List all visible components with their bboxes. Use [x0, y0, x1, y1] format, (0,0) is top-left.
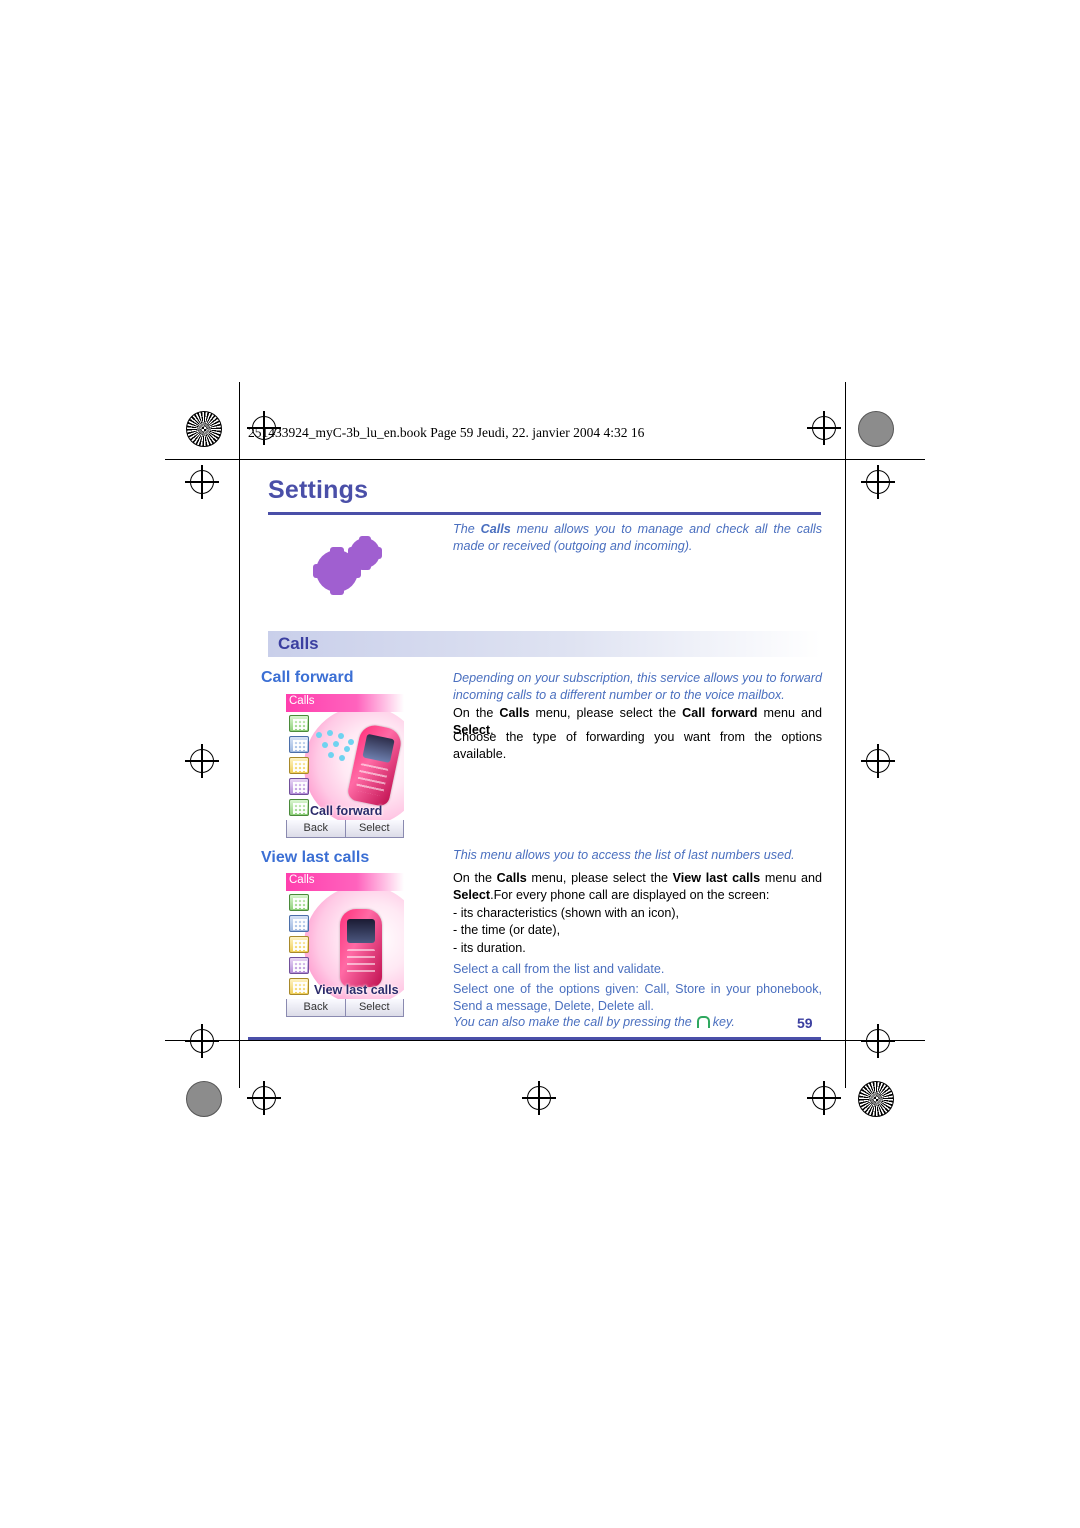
cf-p2-a: On the — [453, 706, 500, 720]
view-last-calls-instruction-3: Select one of the options given: Call, S… — [453, 982, 822, 1013]
vlc-p2-c: menu, please select the — [526, 871, 673, 885]
page-number: 59 — [797, 1015, 813, 1031]
screenshot-view-last-calls-label: View last calls — [314, 983, 399, 997]
call-forward-intro: Depending on your subscription, this ser… — [453, 671, 822, 702]
registration-target-left-lower — [185, 1024, 219, 1058]
screenshot-call-forward-label: Call forward — [310, 804, 383, 818]
vlc-p2-f: Select — [453, 887, 491, 902]
gears-icon — [313, 536, 390, 595]
menu-icon-phonebook-2 — [288, 893, 310, 912]
softkey-select[interactable]: Select — [345, 820, 403, 837]
crop-line-vertical-left — [239, 382, 240, 1088]
vlc-p2-d: View last calls — [672, 871, 761, 885]
page-title: Settings — [268, 476, 369, 504]
softkey-back-2[interactable]: Back — [287, 999, 346, 1016]
softkey-back[interactable]: Back — [287, 820, 346, 837]
screenshot-view-last-calls-titlebar: Calls — [286, 873, 404, 891]
menu-icon-games — [288, 777, 310, 796]
bottom-rule — [248, 1037, 821, 1040]
screenshot-view-last-calls-menu-icons — [288, 893, 314, 998]
registration-target-bottom-left — [247, 1081, 281, 1115]
section-bar — [268, 631, 821, 657]
menu-icon-services — [288, 756, 310, 775]
book-file-line: 251433924_myC-3b_lu_en.book Page 59 Jeud… — [248, 425, 645, 440]
registration-star-bottom-right — [858, 1081, 894, 1117]
call-key-icon — [695, 1015, 711, 1028]
chapter-intro-part1: The — [453, 522, 481, 536]
section-title: Calls — [278, 634, 319, 653]
screenshot-call-forward-softkeys: Back Select — [286, 820, 404, 838]
view-last-calls-bullet-3: - its duration. — [453, 941, 526, 955]
registration-dot-bottom-left — [186, 1081, 222, 1117]
crop-line-vertical-right — [845, 382, 846, 1088]
gear-tooth-b — [330, 547, 344, 595]
registration-target-bottom-center — [522, 1081, 556, 1115]
vlc-note-a: You can also make the call by pressing t… — [453, 1015, 696, 1029]
crop-line-horizontal-top — [165, 459, 925, 460]
view-last-calls-bullet-2: - the time (or date), — [453, 923, 561, 937]
screenshot-view-last-calls: Calls View last calls Back Select — [286, 873, 404, 1017]
view-last-calls-note: You can also make the call by pressing t… — [453, 1014, 822, 1031]
softkey-select-2[interactable]: Select — [345, 999, 403, 1016]
registration-target-left-upper — [185, 465, 219, 499]
screenshot-view-last-calls-phone-image — [340, 909, 382, 987]
crop-line-horizontal-bottom — [165, 1040, 925, 1041]
title-rule — [268, 512, 821, 515]
vlc-note-b: key. — [709, 1015, 735, 1029]
registration-target-left-middle — [185, 744, 219, 778]
registration-dot-top-right — [858, 411, 894, 447]
vlc-p2-a: On the — [453, 871, 497, 885]
menu-icon-settings — [288, 798, 310, 817]
chapter-intro-bold: Calls — [480, 522, 511, 536]
menu-icon-services-2 — [288, 935, 310, 954]
screenshot-view-last-calls-body: View last calls — [286, 891, 404, 999]
registration-target-top-right-inner — [807, 411, 841, 445]
registration-target-right-middle — [861, 744, 895, 778]
registration-target-bottom-right-inner — [807, 1081, 841, 1115]
registration-target-right-lower — [861, 1024, 895, 1058]
vlc-p2-e: menu and — [760, 871, 823, 885]
chapter-intro: The Calls menu allows you to manage and … — [453, 521, 822, 554]
cf-p2-b: Calls — [499, 706, 530, 720]
screenshot-call-forward-titlebar: Calls — [286, 694, 404, 712]
registration-star-top-left — [186, 411, 222, 447]
subheading-call-forward: Call forward — [261, 669, 354, 686]
menu-icon-games-2 — [288, 956, 310, 975]
screenshot-view-last-calls-softkeys: Back Select — [286, 999, 404, 1017]
screenshot-call-forward-title: Calls — [289, 695, 315, 707]
menu-icon-phonebook — [288, 714, 310, 733]
screenshot-call-forward: Calls Call forward Back Select — [286, 694, 404, 838]
gear-tooth-d — [359, 536, 371, 570]
subheading-view-last-calls: View last calls — [261, 849, 370, 866]
menu-icon-messages-2 — [288, 914, 310, 933]
cf-p2-c: menu, please select the — [529, 706, 683, 720]
vlc-p3: For every phone call are displayed on th… — [493, 887, 770, 902]
screenshot-call-forward-body: Call forward — [286, 712, 404, 820]
menu-icon-settings-2 — [288, 977, 310, 996]
view-last-calls-instruction-2: Select a call from the list and validate… — [453, 962, 665, 976]
registration-target-right-upper — [861, 465, 895, 499]
menu-icon-messages — [288, 735, 310, 754]
call-forward-instruction-2: Choose the type of forwarding you want f… — [453, 730, 822, 761]
view-last-calls-instruction-1: On the Calls menu, please select the Vie… — [453, 870, 822, 903]
screenshot-view-last-calls-title: Calls — [289, 874, 315, 886]
document-page: 251433924_myC-3b_lu_en.book Page 59 Jeud… — [0, 0, 1080, 1528]
vlc-p2-b: Calls — [496, 871, 527, 885]
view-last-calls-intro: This menu allows you to access the list … — [453, 848, 795, 862]
view-last-calls-bullet-1: - its characteristics (shown with an ico… — [453, 906, 680, 920]
cf-p2-d: Call forward — [682, 706, 758, 720]
cf-p2-e: menu and — [757, 706, 823, 720]
